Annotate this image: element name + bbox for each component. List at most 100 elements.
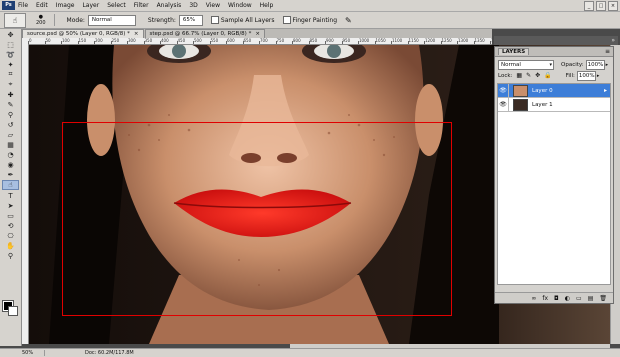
magic-wand-icon[interactable]: ✦ xyxy=(3,60,18,69)
ruler-tick xyxy=(457,41,458,44)
strength-input[interactable]: 65% xyxy=(178,14,203,26)
photoshop-logo[interactable]: Ps xyxy=(2,1,15,10)
ruler-tick xyxy=(374,41,376,44)
mode-label: Mode: xyxy=(66,16,85,24)
menu-select[interactable]: Select xyxy=(107,2,126,9)
close-icon[interactable]: × xyxy=(134,31,139,37)
ruler-tick-label: 550 xyxy=(210,38,219,43)
opacity-input[interactable]: 100% xyxy=(585,59,605,70)
brush-preset-picker[interactable]: ● 200 xyxy=(36,14,46,26)
type-tool-icon[interactable]: T xyxy=(3,191,18,200)
menu-3d[interactable]: 3D xyxy=(189,2,197,9)
tool-preset-picker[interactable]: ☝ xyxy=(4,12,26,28)
finger-painting-checkbox[interactable] xyxy=(282,16,291,24)
ruler-tick-label: 850 xyxy=(309,38,318,43)
ruler-tick-label: 500 xyxy=(194,38,202,43)
menu-window[interactable]: Window xyxy=(228,2,252,9)
tab-step[interactable]: step.psd @ 66.7% (Layer 0, RGB/8) * × xyxy=(144,29,265,38)
lock-position-icon[interactable]: ✥ xyxy=(535,72,540,79)
divider xyxy=(53,14,55,26)
menu-layer[interactable]: Layer xyxy=(82,2,99,9)
visibility-eye-icon[interactable]: 👁 xyxy=(498,98,509,111)
path-selection-icon[interactable]: ➤ xyxy=(3,201,18,210)
background-color-swatch[interactable] xyxy=(8,306,18,316)
collapse-panels-icon[interactable]: » xyxy=(611,37,615,44)
crop-tool-icon[interactable]: ⌗ xyxy=(3,70,18,79)
move-tool-icon[interactable]: ✥ xyxy=(3,30,18,39)
adjustment-layer-icon[interactable]: ◐ xyxy=(565,295,570,302)
minimize-button[interactable]: _ xyxy=(584,1,594,11)
menu-edit[interactable]: Edit xyxy=(36,2,48,9)
menu-help[interactable]: Help xyxy=(260,2,274,9)
layer-row-layer-0[interactable]: 👁 Layer 0 ▸ xyxy=(498,84,610,98)
brush-tool-icon[interactable]: ✎ xyxy=(3,100,18,109)
visibility-eye-icon[interactable]: 👁 xyxy=(498,84,509,97)
history-brush-icon[interactable]: ↺ xyxy=(3,120,18,129)
eraser-icon[interactable]: ▱ xyxy=(3,130,18,139)
close-button[interactable]: × xyxy=(608,1,618,11)
menu-image[interactable]: Image xyxy=(56,2,75,9)
3d-camera-icon[interactable]: ⎔ xyxy=(3,231,18,240)
layers-list: 👁 Layer 0 ▸ 👁 Layer 1 xyxy=(497,83,611,285)
blend-mode-select[interactable]: Normal ▾ xyxy=(498,59,554,70)
dodge-tool-icon[interactable]: ◉ xyxy=(3,160,18,169)
3d-rotate-icon[interactable]: ⟲ xyxy=(3,221,18,230)
ruler-tick-label: 1400 xyxy=(491,38,492,43)
ruler-tick-label: 650 xyxy=(243,38,252,43)
ruler-tick-label: 1000 xyxy=(359,38,370,43)
chevron-right-icon[interactable]: ▸ xyxy=(606,62,609,68)
tab-source[interactable]: source.psd @ 50% (Layer 0, RGB/8) * × xyxy=(22,29,144,38)
gradient-tool-icon[interactable]: ▦ xyxy=(3,140,18,149)
pen-tool-icon[interactable]: ✒ xyxy=(3,170,18,179)
maximize-button[interactable]: □ xyxy=(596,1,606,11)
ruler-tick xyxy=(325,41,326,44)
ruler-tick xyxy=(193,41,194,44)
document-tabs: source.psd @ 50% (Layer 0, RGB/8) * × ste… xyxy=(22,29,492,38)
close-icon[interactable]: × xyxy=(255,31,260,37)
layers-tab[interactable]: LAYERS xyxy=(498,48,530,55)
lasso-tool-icon[interactable]: ➰ xyxy=(3,50,18,59)
tab-label: source.psd @ 50% (Layer 0, RGB/8) * xyxy=(27,31,130,37)
lock-transparency-icon[interactable]: ▦ xyxy=(516,72,522,79)
ruler-tick xyxy=(77,41,79,44)
lock-pixels-icon[interactable]: ✎ xyxy=(526,72,531,79)
document-size[interactable]: Doc: 60.2M/117.8M xyxy=(85,350,134,356)
zoom-tool-icon[interactable]: ⚲ xyxy=(3,251,18,260)
zoom-level[interactable]: 50% xyxy=(22,350,45,356)
lock-all-icon[interactable]: 🔒 xyxy=(544,72,551,79)
shape-tool-icon[interactable]: ▭ xyxy=(3,211,18,220)
sample-all-layers-checkbox[interactable] xyxy=(210,16,219,24)
fill-input[interactable]: 100% xyxy=(576,70,596,81)
blur-tool-icon[interactable]: ◔ xyxy=(3,150,18,159)
ruler-tick xyxy=(226,41,227,44)
chevron-down-icon: ▾ xyxy=(549,61,552,68)
layer-row-layer-1[interactable]: 👁 Layer 1 xyxy=(498,98,610,112)
mode-select[interactable]: Normal xyxy=(87,14,136,26)
scroll-arrow-icon[interactable]: ▸ xyxy=(604,87,607,94)
add-mask-icon[interactable]: ◘ xyxy=(554,295,559,302)
marquee-tool-icon[interactable]: ⬚ xyxy=(3,40,18,49)
smudge-tool-icon[interactable]: ☝ xyxy=(2,180,19,190)
layer-style-icon[interactable]: fx xyxy=(542,295,548,302)
layers-panel-header: LAYERS ≡ xyxy=(495,47,613,57)
menu-analysis[interactable]: Analysis xyxy=(157,2,182,9)
menu-view[interactable]: View xyxy=(206,2,220,9)
clone-stamp-icon[interactable]: ⚲ xyxy=(3,110,18,119)
ruler-tick xyxy=(176,41,178,44)
ruler-tick-label: 150 xyxy=(78,38,87,43)
trash-icon[interactable]: 🗑 xyxy=(599,295,607,302)
healing-brush-icon[interactable]: ✚ xyxy=(3,90,18,99)
pressure-icon[interactable]: ✎ xyxy=(345,16,352,25)
new-layer-icon[interactable]: ▤ xyxy=(588,295,594,302)
hand-tool-icon[interactable]: ✋ xyxy=(3,241,18,250)
menu-file[interactable]: File xyxy=(18,2,28,9)
eyedropper-icon[interactable]: ⌖ xyxy=(3,80,18,89)
new-group-icon[interactable]: ▭ xyxy=(576,295,582,302)
ruler-tick-label: 1350 xyxy=(474,38,485,43)
ruler-tick-label: 900 xyxy=(326,38,334,43)
menu-filter[interactable]: Filter xyxy=(134,2,149,9)
chevron-right-icon[interactable]: ▸ xyxy=(597,73,600,79)
sample-all-layers-label: Sample All Layers xyxy=(220,16,275,24)
link-layers-icon[interactable]: ∞ xyxy=(531,295,536,302)
panel-menu-icon[interactable]: ≡ xyxy=(605,48,610,55)
